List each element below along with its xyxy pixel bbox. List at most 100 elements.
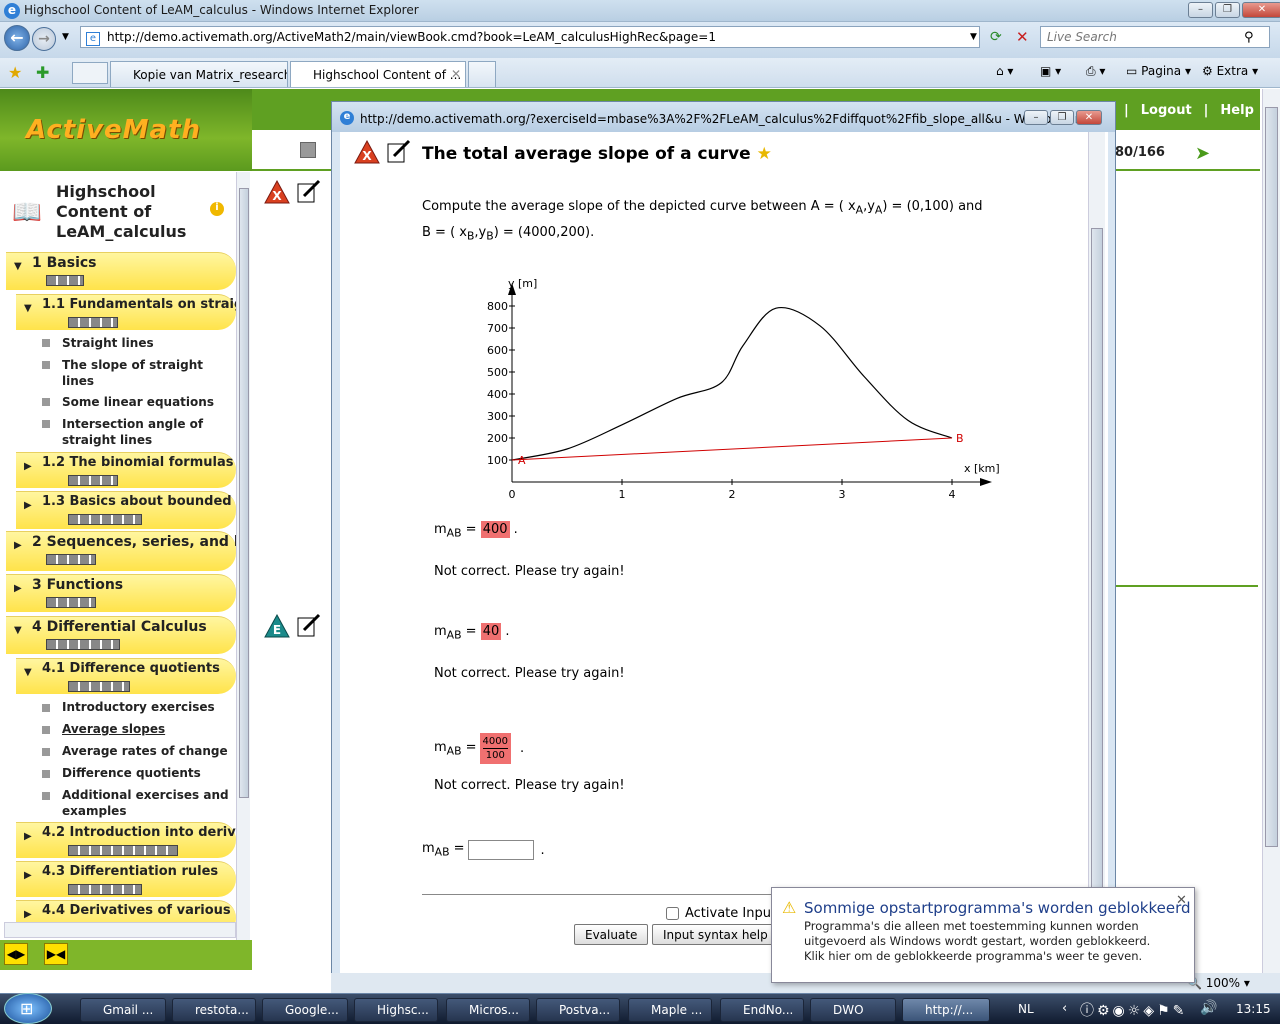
sidebar-scrollbar[interactable]: [236, 172, 250, 940]
info-icon[interactable]: i: [210, 202, 224, 216]
new-tab-button[interactable]: [468, 61, 496, 87]
section-2[interactable]: ▶ 2 Sequences, series, and l: [6, 531, 236, 571]
section-4-3[interactable]: ▶ 4.3 Differentiation rules: [16, 861, 236, 897]
forward-button[interactable]: →: [32, 27, 56, 51]
address-bar[interactable]: http://demo.activemath.org/ActiveMath2/m…: [80, 26, 980, 48]
item-difference-quotients[interactable]: Difference quotients: [62, 765, 201, 781]
language-indicator[interactable]: NL: [1018, 1002, 1034, 1016]
stop-icon[interactable]: ✕: [1016, 28, 1029, 46]
edit-icon[interactable]: [296, 612, 322, 638]
item-additional-exercises[interactable]: Additional exercises and examples: [62, 787, 229, 819]
edit-icon[interactable]: [296, 178, 322, 204]
zoom-level[interactable]: 🔍 100% ▾: [1187, 976, 1250, 990]
item-intersection-angle[interactable]: Intersection angle of straight lines: [62, 416, 203, 448]
item-linear-equations[interactable]: Some linear equations: [62, 394, 214, 410]
toggle-sidebar-icon[interactable]: ◀▶: [4, 943, 28, 965]
close-icon[interactable]: ✕: [1176, 893, 1187, 908]
item-label[interactable]: lines: [62, 373, 203, 389]
section-3[interactable]: ▶ 3 Functions: [6, 574, 236, 612]
section-label[interactable]: 4 Differential Calculus: [32, 619, 207, 635]
search-input[interactable]: Live Search: [1040, 26, 1270, 48]
home-icon[interactable]: ⌂ ▾: [996, 64, 1013, 78]
page-menu[interactable]: ▭ Pagina ▾: [1126, 64, 1191, 78]
section-1-2[interactable]: ▶ 1.2 The binomial formulas: [16, 452, 236, 488]
collapse-sidebar-icon[interactable]: ▶◀: [44, 943, 68, 965]
activate-input-checkbox[interactable]: [666, 907, 679, 920]
maximize-button[interactable]: ❐: [1215, 2, 1240, 18]
taskbar-button-postva[interactable]: Postva...: [536, 998, 620, 1022]
taskbar-button-highsc[interactable]: Highsc...: [354, 998, 438, 1022]
popup-close-button[interactable]: ✕: [1076, 110, 1102, 125]
taskbar-button-endnote[interactable]: EndNo...: [720, 998, 804, 1022]
section-label[interactable]: 2 Sequences, series, and l: [32, 534, 236, 550]
item-straight-lines[interactable]: Straight lines: [62, 335, 154, 351]
item-label[interactable]: Average slopes: [62, 721, 165, 737]
section-label[interactable]: 1.2 The binomial formulas: [42, 455, 234, 470]
tab-close-icon[interactable]: ✕: [451, 67, 461, 81]
popup-maximize-button[interactable]: ❐: [1050, 110, 1074, 125]
star-icon[interactable]: ★: [757, 144, 772, 164]
section-label[interactable]: 4.2 Introduction into deriv: [42, 825, 236, 840]
scroll-thumb[interactable]: [1265, 107, 1278, 847]
sidebar-hscrollbar[interactable]: [4, 922, 236, 938]
taskbar-button-dwo[interactable]: DWO: [810, 998, 896, 1022]
section-4-1[interactable]: ▼ 4.1 Difference quotients: [16, 658, 236, 694]
clock[interactable]: 13:15: [1236, 1002, 1271, 1016]
extra-menu[interactable]: ⚙ Extra ▾: [1202, 64, 1258, 78]
print-icon[interactable]: ⎙ ▾: [1086, 64, 1105, 79]
minimize-button[interactable]: –: [1188, 2, 1213, 18]
expand-icon[interactable]: ▶: [14, 540, 22, 551]
item-label[interactable]: Straight lines: [62, 335, 154, 351]
scroll-thumb[interactable]: [239, 188, 249, 798]
zoom-value[interactable]: 100%: [1206, 976, 1240, 990]
item-label[interactable]: Introductory exercises: [62, 699, 215, 715]
tray-expand-icon[interactable]: ‹: [1062, 1001, 1067, 1016]
help-link[interactable]: Help: [1220, 103, 1253, 118]
section-1-basics[interactable]: ▼ 1 Basics: [6, 252, 236, 290]
section-label[interactable]: 1.1 Fundamentals on straig: [42, 297, 236, 312]
evaluate-button[interactable]: Evaluate: [574, 924, 649, 945]
collapse-icon[interactable]: ▼: [24, 667, 32, 678]
tab-matrix-research[interactable]: Kopie van Matrix_research ...: [110, 61, 288, 87]
item-label[interactable]: examples: [62, 803, 229, 819]
collapse-icon[interactable]: ▼: [24, 303, 32, 314]
section-4-4[interactable]: ▶ 4.4 Derivatives of various: [16, 900, 236, 922]
start-button[interactable]: ⊞: [4, 993, 52, 1024]
taskbar-button-restota[interactable]: restota...: [172, 998, 256, 1022]
taskbar-button-gmail[interactable]: Gmail ...: [80, 998, 166, 1022]
section-1-3[interactable]: ▶ 1.3 Basics about bounded: [16, 491, 236, 529]
section-4-2[interactable]: ▶ 4.2 Introduction into deriv: [16, 822, 236, 858]
taskbar-button-maple[interactable]: Maple ...: [628, 998, 712, 1022]
input-syntax-help-button[interactable]: Input syntax help: [652, 924, 779, 945]
notification-message[interactable]: Programma's die alleen met toestemming k…: [804, 919, 1174, 964]
item-label[interactable]: Difference quotients: [62, 765, 201, 781]
wrong-answer-value[interactable]: 40: [480, 623, 502, 640]
popup-minimize-button[interactable]: –: [1024, 110, 1048, 125]
wrong-answer-value[interactable]: 400: [480, 521, 510, 538]
history-dropdown-icon[interactable]: ▼: [62, 32, 69, 42]
expand-icon[interactable]: ▶: [24, 909, 32, 920]
example-icon[interactable]: E: [264, 613, 290, 638]
edit-icon[interactable]: [386, 138, 412, 164]
search-icon[interactable]: ⚲: [1244, 30, 1254, 45]
wrong-answer-fraction[interactable]: 4000 100: [479, 733, 511, 764]
popup-scrollbar[interactable]: [1088, 132, 1105, 982]
favorites-star-icon[interactable]: ★: [8, 63, 22, 82]
expand-icon[interactable]: ▶: [24, 870, 32, 881]
section-label[interactable]: 4.4 Derivatives of various: [42, 903, 231, 918]
feeds-icon[interactable]: ▣ ▾: [1040, 64, 1061, 78]
back-button[interactable]: ←: [4, 25, 30, 51]
item-slope-straight-lines[interactable]: The slope of straight lines: [62, 357, 203, 389]
section-label[interactable]: 4.3 Differentiation rules: [42, 864, 218, 879]
quick-tabs-button[interactable]: [72, 62, 108, 84]
section-label[interactable]: 1 Basics: [32, 255, 97, 271]
blocked-startup-notification[interactable]: ⚠ Sommige opstartprogramma's worden gebl…: [771, 887, 1195, 983]
address-dropdown-icon[interactable]: ▼: [970, 32, 977, 42]
taskbar-button-http[interactable]: http://...: [902, 998, 990, 1022]
item-label[interactable]: The slope of straight: [62, 357, 203, 373]
item-average-rates[interactable]: Average rates of change: [62, 743, 228, 759]
expand-icon[interactable]: ▶: [24, 500, 32, 511]
expand-icon[interactable]: ▶: [14, 583, 22, 594]
address-url[interactable]: http://demo.activemath.org/ActiveMath2/m…: [107, 30, 716, 44]
item-introductory-exercises[interactable]: Introductory exercises: [62, 699, 215, 715]
